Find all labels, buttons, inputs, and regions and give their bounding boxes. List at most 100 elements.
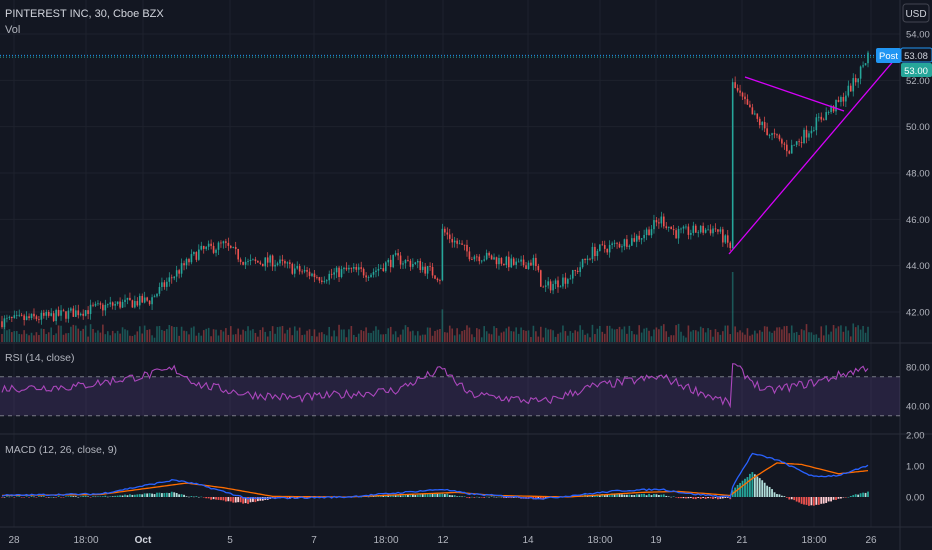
candle-body xyxy=(781,139,783,144)
volume-bar xyxy=(714,329,717,342)
macd-hist-bar xyxy=(47,497,50,498)
candle-body xyxy=(567,279,569,284)
volume-bar xyxy=(116,330,119,342)
candle-body xyxy=(726,235,729,243)
candle-body xyxy=(190,254,193,263)
candle-body xyxy=(104,304,107,311)
volume-bar xyxy=(412,330,414,342)
candle-body xyxy=(640,238,643,240)
currency-button[interactable]: USD xyxy=(902,3,930,23)
macd-hist-bar xyxy=(478,496,481,498)
candle-body xyxy=(724,235,727,243)
volume-bar xyxy=(795,331,798,342)
candle-body xyxy=(660,216,663,224)
volume-bar xyxy=(325,335,328,342)
volume-bar xyxy=(628,325,631,342)
volume-bar xyxy=(439,328,441,342)
macd-hist-bar xyxy=(461,496,463,498)
macd-hist-bar xyxy=(60,497,62,498)
macd-hist-bar xyxy=(485,496,488,498)
volume-bar xyxy=(493,326,495,342)
macd-hist-bar xyxy=(119,495,121,497)
currency-label[interactable]: USD xyxy=(905,9,926,20)
macd-hist-bar xyxy=(758,478,761,497)
candle-body xyxy=(648,229,650,236)
volume-bar xyxy=(419,335,422,342)
macd-hist-bar xyxy=(778,494,781,497)
macd-hist-bar xyxy=(771,489,773,497)
macd-hist-bar xyxy=(158,492,161,497)
candle-body xyxy=(23,315,25,321)
candle-body xyxy=(106,304,109,306)
candle-body xyxy=(141,295,144,303)
candle-body xyxy=(185,259,188,266)
candle-body xyxy=(377,268,380,271)
volume-bar xyxy=(384,334,387,342)
candle-body xyxy=(458,243,461,245)
candle-body xyxy=(522,259,525,266)
candle-body xyxy=(825,112,827,120)
time-tick-label: 18:00 xyxy=(587,535,612,546)
volume-bar xyxy=(840,325,842,342)
volume-bar xyxy=(468,327,471,342)
last-price-tag: 53.00 xyxy=(901,63,932,77)
macd-hist-bar xyxy=(458,495,461,497)
candle-body xyxy=(749,104,751,108)
macd-hist-bar xyxy=(13,497,16,498)
volume-bar xyxy=(387,328,390,342)
macd-hist-bar xyxy=(6,496,8,497)
candle-body xyxy=(559,286,562,288)
candle-body xyxy=(852,78,855,92)
volume-bar xyxy=(682,335,685,342)
candle-body xyxy=(441,228,444,281)
candle-body xyxy=(859,66,862,79)
candle-body xyxy=(606,248,609,253)
volume-bar xyxy=(333,330,335,342)
candle-body xyxy=(638,235,640,240)
candle-body xyxy=(99,303,102,305)
volume-bar xyxy=(827,334,830,342)
volume-bar xyxy=(409,331,412,342)
candle-body xyxy=(717,229,719,232)
candle-body xyxy=(227,242,230,246)
macd-hist-bar xyxy=(52,496,55,498)
candle-body xyxy=(407,259,409,261)
time-scale[interactable]: 28 18:00 Oct 5 7 18:00 12 14 18:00 19 21 18:00 26 xyxy=(8,535,877,546)
rsi-legend: RSI (14, close) xyxy=(5,352,74,364)
candle-body xyxy=(129,297,131,301)
candle-body xyxy=(62,310,65,312)
candle-body xyxy=(490,255,493,260)
volume-bar xyxy=(719,334,722,342)
macd-hist-bar xyxy=(453,495,456,497)
chart-canvas[interactable]: 54.0052.0050.0048.0046.0044.0042.0080.00… xyxy=(0,0,932,550)
macd-hist-bar xyxy=(40,496,43,497)
rsi-tick-label: 40.00 xyxy=(906,402,930,413)
volume-bar xyxy=(773,330,776,342)
macd-hist-bar xyxy=(640,493,643,497)
macd-hist-bar xyxy=(237,497,240,503)
candle-body xyxy=(316,277,318,278)
candle-body xyxy=(761,122,764,126)
candle-body xyxy=(471,259,473,261)
volume-bar xyxy=(380,334,382,342)
candle-body xyxy=(109,302,112,305)
volume-bar xyxy=(793,332,795,342)
candle-body xyxy=(623,239,626,247)
candle-body xyxy=(810,130,813,134)
macd-hist-bar xyxy=(222,497,225,501)
macd-tick-label: 0.00 xyxy=(906,493,925,504)
macd-hist-bar xyxy=(69,495,72,497)
candle-body xyxy=(119,301,121,308)
volume-bar xyxy=(43,328,45,342)
volume-bar xyxy=(591,324,594,342)
macd-hist-bar xyxy=(18,496,21,497)
candle-body xyxy=(65,311,67,319)
volume-bar xyxy=(357,333,360,342)
candle-body xyxy=(645,229,648,236)
volume-bar xyxy=(429,327,431,342)
macd-hist-bar xyxy=(635,494,638,497)
candle-body xyxy=(667,226,670,228)
volume-bar xyxy=(106,331,109,342)
candle-body xyxy=(70,308,72,311)
candle-body xyxy=(389,259,392,268)
